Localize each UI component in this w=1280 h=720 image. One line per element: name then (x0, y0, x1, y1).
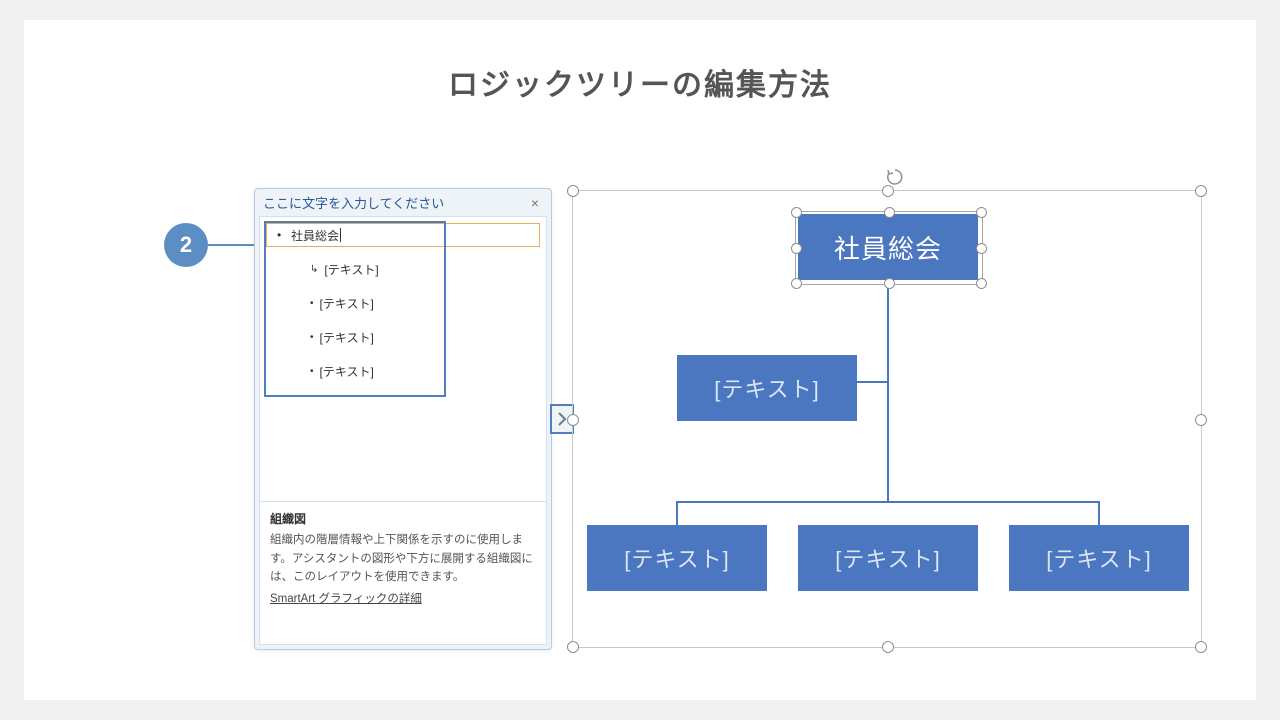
shape-handle[interactable] (976, 207, 987, 218)
rotate-handle-icon[interactable] (885, 167, 905, 192)
org-node-assistant[interactable]: [テキスト] (677, 355, 857, 421)
pane-item-label: [テキスト] (324, 261, 378, 278)
bullet-icon: • (277, 228, 281, 242)
slide: ロジックツリーの編集方法 2 1 ここに文字を入力してください × • 社員総会… (24, 20, 1256, 700)
org-node-child[interactable]: [テキスト] (1009, 525, 1189, 591)
bullet-icon: • (310, 366, 314, 377)
pane-header-label: ここに文字を入力してください (263, 193, 444, 212)
selection-handle[interactable] (882, 641, 894, 653)
connector (676, 501, 1100, 503)
selection-handle[interactable] (567, 641, 579, 653)
shape-handle[interactable] (976, 243, 987, 254)
shape-handle[interactable] (791, 243, 802, 254)
selection-handle[interactable] (567, 414, 579, 426)
smartart-text-pane[interactable]: ここに文字を入力してください × • 社員総会 ↳ [テキスト] • [テキスト… (254, 188, 552, 650)
smartart-details-link[interactable]: SmartArt グラフィックの詳細 (270, 590, 422, 608)
root-node-selection[interactable]: 社員総会 (795, 211, 983, 285)
shape-handle[interactable] (976, 278, 987, 289)
selection-handle[interactable] (1195, 641, 1207, 653)
shape-handle[interactable] (884, 278, 895, 289)
slide-title: ロジックツリーの編集方法 (24, 60, 1256, 104)
org-node-root[interactable]: 社員総会 (798, 214, 978, 280)
selection-handle[interactable] (1195, 414, 1207, 426)
pane-header: ここに文字を入力してください × (255, 189, 551, 216)
editing-text: 社員総会 (291, 227, 339, 244)
selection-handle[interactable] (567, 185, 579, 197)
org-node-child[interactable]: [テキスト] (587, 525, 767, 591)
org-node-child[interactable]: [テキスト] (798, 525, 978, 591)
indent-icon: ↳ (310, 264, 318, 275)
shape-handle[interactable] (791, 207, 802, 218)
pane-item[interactable]: • [テキスト] (310, 363, 374, 380)
callout-badge-2: 2 (164, 223, 208, 267)
selection-handle[interactable] (1195, 185, 1207, 197)
pane-body: • 社員総会 ↳ [テキスト] • [テキスト] • [テキスト] • [テキス… (259, 216, 547, 508)
pane-item-label: [テキスト] (320, 329, 374, 346)
pane-item[interactable]: ↳ [テキスト] (310, 261, 379, 278)
shape-handle[interactable] (791, 278, 802, 289)
desc-title: 組織図 (270, 510, 536, 529)
connector (887, 277, 889, 503)
shape-handle[interactable] (884, 207, 895, 218)
pane-item[interactable]: • [テキスト] (310, 295, 374, 312)
text-pane-edit-row[interactable]: • 社員総会 (266, 223, 540, 247)
chevron-right-icon (557, 412, 567, 426)
pane-item-label: [テキスト] (320, 363, 374, 380)
layout-description: 組織図 組織内の階層情報や上下関係を示すのに使用します。アシスタントの図形や下方… (259, 501, 547, 645)
close-icon[interactable]: × (527, 195, 543, 211)
smartart-canvas[interactable]: 社員総会 [テキスト] [テキスト] [テキスト] [テキスト] (572, 190, 1202, 648)
pane-item[interactable]: • [テキスト] (310, 329, 374, 346)
desc-body: 組織内の階層情報や上下関係を示すのに使用します。アシスタントの図形や下方に展開す… (270, 531, 536, 586)
pane-item-label: [テキスト] (320, 295, 374, 312)
bullet-icon: • (310, 298, 314, 309)
bullet-icon: • (310, 332, 314, 343)
text-caret (340, 228, 341, 242)
